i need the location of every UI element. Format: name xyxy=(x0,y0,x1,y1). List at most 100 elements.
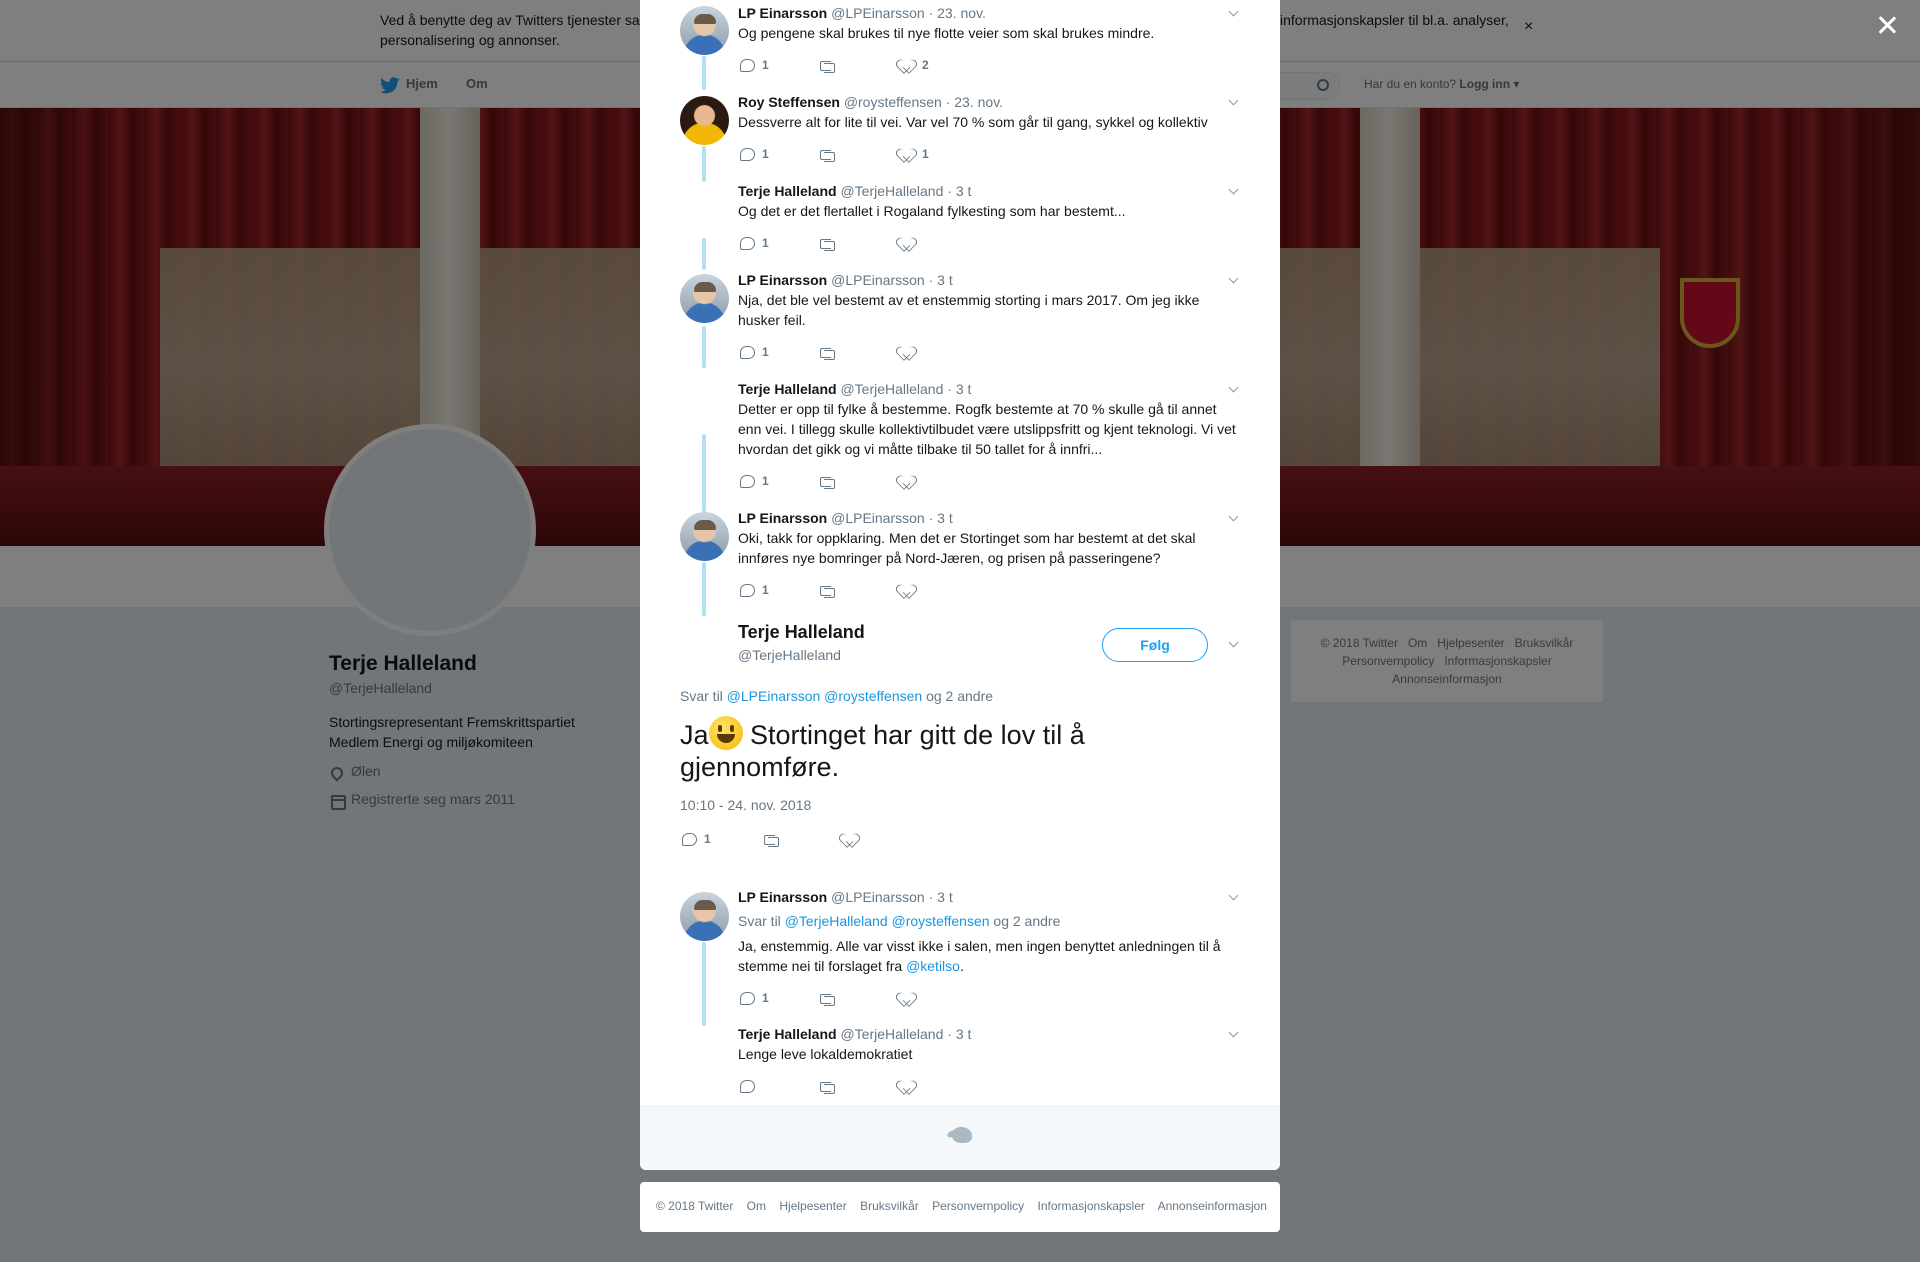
main-author-handle[interactable]: @TerjeHalleland xyxy=(738,647,841,663)
reply-button[interactable]: 1 xyxy=(738,989,798,1009)
main-author-name[interactable]: Terje Halleland xyxy=(738,622,865,643)
footer-link-help[interactable]: Hjelpesenter xyxy=(779,1199,846,1213)
reply-button[interactable]: 1 xyxy=(738,234,798,254)
like-button[interactable]: 2 xyxy=(898,56,958,76)
retweet-button[interactable] xyxy=(818,145,878,165)
like-button[interactable] xyxy=(841,830,901,850)
reply-context: Svar til @LPEinarsson @roysteffensen og … xyxy=(680,688,994,704)
avatar[interactable] xyxy=(680,6,729,55)
tweet-time[interactable]: · 3 t xyxy=(929,510,953,526)
chevron-down-icon[interactable] xyxy=(1226,94,1242,110)
main-tweet-actions: 1 xyxy=(680,830,1080,850)
like-button[interactable] xyxy=(898,581,958,601)
chevron-down-icon[interactable] xyxy=(1226,889,1242,905)
follow-button[interactable]: Følg xyxy=(1102,628,1208,662)
author-handle[interactable]: @LPEinarsson xyxy=(831,889,925,905)
retweet-button[interactable] xyxy=(818,234,878,254)
author-handle[interactable]: @TerjeHalleland xyxy=(840,381,943,397)
thread-line xyxy=(702,238,706,270)
author-handle[interactable]: @LPEinarsson xyxy=(831,272,925,288)
tweet-text: Ja, enstemmig. Alle var visst ikke i sal… xyxy=(738,938,1221,974)
reply-icon xyxy=(740,1080,755,1093)
avatar[interactable] xyxy=(680,96,729,145)
mention-link[interactable]: @roysteffensen xyxy=(824,688,922,704)
chevron-down-icon[interactable] xyxy=(1226,381,1242,397)
chevron-down-icon[interactable] xyxy=(1226,1026,1242,1042)
reply-button[interactable]: 1 xyxy=(738,581,798,601)
chevron-down-icon[interactable] xyxy=(1226,272,1242,288)
like-button[interactable] xyxy=(898,989,958,1009)
tweet-time[interactable]: · 3 t xyxy=(929,272,953,288)
retweet-button[interactable] xyxy=(818,343,878,363)
avatar[interactable] xyxy=(680,512,729,561)
retweet-button[interactable] xyxy=(818,581,878,601)
footer-link-ads[interactable]: Annonseinformasjon xyxy=(1158,1199,1267,1213)
author-handle[interactable]: @TerjeHalleland xyxy=(840,183,943,199)
retweet-button[interactable] xyxy=(818,472,878,492)
reply-button[interactable]: 1 xyxy=(738,343,798,363)
like-button[interactable] xyxy=(898,1077,958,1097)
heart-icon xyxy=(900,347,916,361)
tweet-text: Oki, takk for oppklaring. Men det er Sto… xyxy=(738,530,1196,566)
footer-link-privacy[interactable]: Personvernpolicy xyxy=(932,1199,1024,1213)
reply-button[interactable]: 1 xyxy=(680,830,740,850)
tweet-time[interactable]: · 3 t xyxy=(947,1026,971,1042)
reply-button[interactable] xyxy=(738,1077,798,1097)
tweet-time[interactable]: · 3 t xyxy=(929,889,953,905)
author-handle[interactable]: @roysteffensen xyxy=(844,94,942,110)
author-handle[interactable]: @LPEinarsson xyxy=(831,5,925,21)
mention-link[interactable]: @TerjeHalleland xyxy=(785,913,888,929)
tweet-time[interactable]: · 3 t xyxy=(947,381,971,397)
retweet-button[interactable] xyxy=(818,989,878,1009)
footer-link-terms[interactable]: Bruksvilkår xyxy=(860,1199,919,1213)
tweet-time[interactable]: · 23. nov. xyxy=(946,94,1003,110)
tweet-time[interactable]: · 23. nov. xyxy=(929,5,986,21)
reply-button[interactable]: 1 xyxy=(738,56,798,76)
reply-button[interactable]: 1 xyxy=(738,472,798,492)
author-name[interactable]: Terje Halleland xyxy=(738,183,837,199)
reply-context: Svar til @TerjeHalleland @roysteffensen … xyxy=(738,913,1061,929)
author-handle[interactable]: @TerjeHalleland xyxy=(840,1026,943,1042)
retweet-button[interactable] xyxy=(818,1077,878,1097)
author-name[interactable]: Roy Steffensen xyxy=(738,94,840,110)
author-handle[interactable]: @LPEinarsson xyxy=(831,510,925,526)
avatar[interactable] xyxy=(680,274,729,323)
tweet-time[interactable]: · 3 t xyxy=(947,183,971,199)
tweet-text: Og det er det flertallet i Rogaland fylk… xyxy=(738,203,1126,219)
mention-link[interactable]: @LPEinarsson xyxy=(727,688,821,704)
avatar[interactable] xyxy=(680,892,729,941)
author-name[interactable]: LP Einarsson xyxy=(738,889,827,905)
author-name[interactable]: Terje Halleland xyxy=(738,381,837,397)
reply-icon xyxy=(682,833,697,846)
retweet-button[interactable] xyxy=(762,830,822,850)
chevron-down-icon[interactable] xyxy=(1226,510,1242,526)
author-name[interactable]: LP Einarsson xyxy=(738,272,827,288)
reply-icon xyxy=(740,992,755,1005)
author-name[interactable]: Terje Halleland xyxy=(738,1026,837,1042)
chevron-down-icon[interactable] xyxy=(1226,636,1242,652)
retweet-icon xyxy=(818,1081,836,1094)
author-name[interactable]: LP Einarsson xyxy=(738,510,827,526)
author-name[interactable]: LP Einarsson xyxy=(738,5,827,21)
footer-link-cookies[interactable]: Informasjonskapsler xyxy=(1038,1199,1145,1213)
mention-link[interactable]: @roysteffensen xyxy=(892,913,990,929)
reply-icon xyxy=(740,59,755,72)
like-button[interactable] xyxy=(898,343,958,363)
tweet-actions: 1 xyxy=(738,234,1138,254)
reply-button[interactable]: 1 xyxy=(738,145,798,165)
like-button[interactable]: 1 xyxy=(898,145,958,165)
close-icon[interactable] xyxy=(1874,12,1900,38)
retweet-icon xyxy=(818,585,836,598)
footer-link-about[interactable]: Om xyxy=(747,1199,766,1213)
mention-link[interactable]: @ketilso xyxy=(906,958,960,974)
heart-icon xyxy=(900,60,916,74)
chevron-down-icon[interactable] xyxy=(1226,5,1242,21)
heart-icon xyxy=(900,149,916,163)
heart-icon xyxy=(900,1081,916,1095)
retweet-button[interactable] xyxy=(818,56,878,76)
like-button[interactable] xyxy=(898,234,958,254)
like-button[interactable] xyxy=(898,472,958,492)
reply-icon xyxy=(740,148,755,161)
chevron-down-icon[interactable] xyxy=(1226,183,1242,199)
main-tweet-timestamp[interactable]: 10:10 - 24. nov. 2018 xyxy=(680,797,811,813)
